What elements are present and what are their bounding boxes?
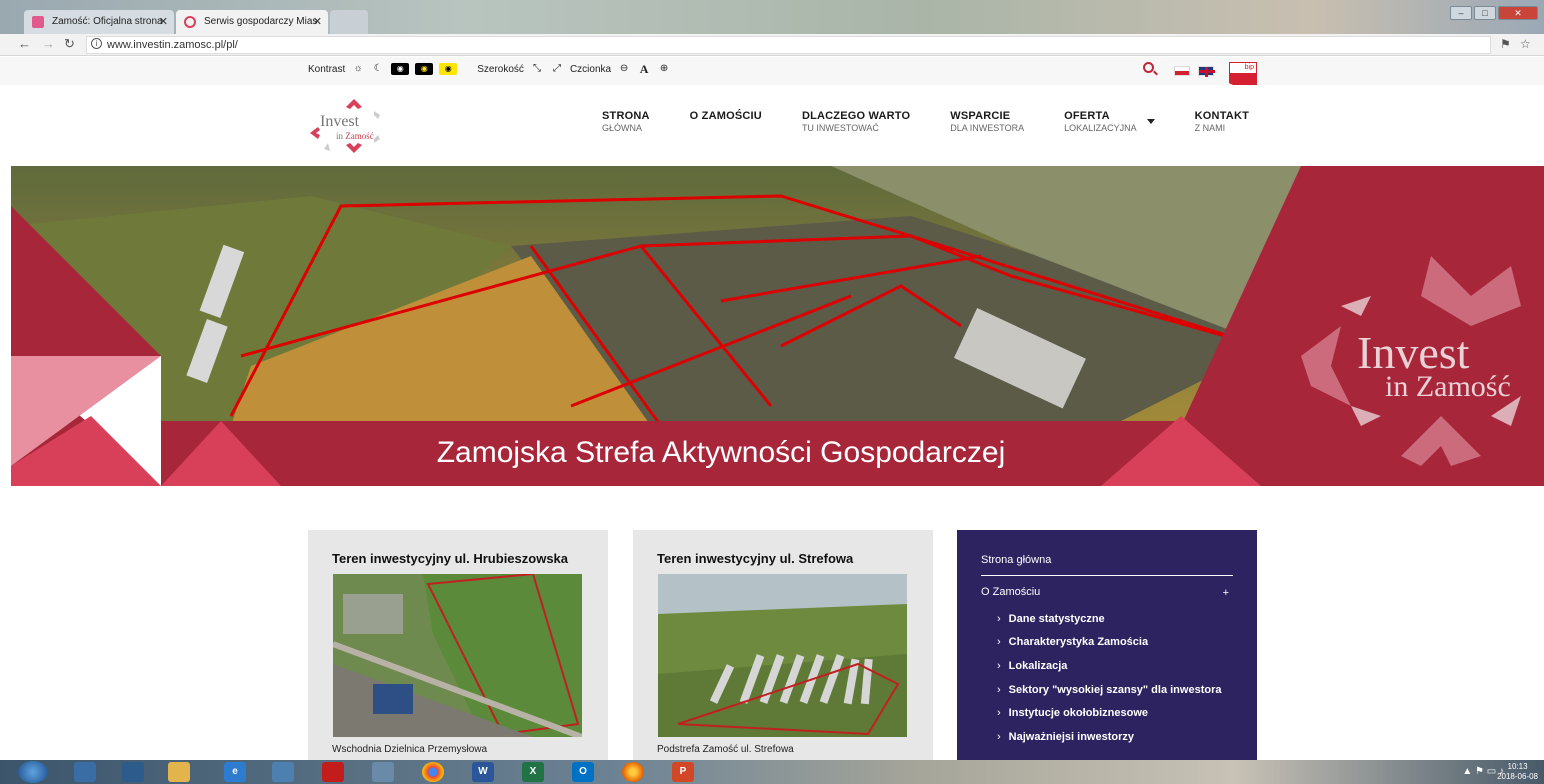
hero-banner: Zamojska Strefa Aktywności Gospodarczej … bbox=[11, 166, 1544, 486]
browser-tab-bar: Zamość: Oficjalna strona ✕ Serwis gospod… bbox=[0, 0, 1544, 34]
firefox-icon[interactable] bbox=[622, 762, 644, 782]
minimize-icon[interactable]: – bbox=[1450, 6, 1472, 20]
contrast-label: Kontrast bbox=[308, 63, 346, 75]
url-text: www.investin.zamosc.pl/pl/ bbox=[107, 39, 238, 51]
submenu-item-charakterystyka[interactable]: Charakterystyka Zamościa bbox=[997, 636, 1148, 648]
nav-oferta[interactable]: OFERTA LOKALIZACYJNA bbox=[1064, 110, 1155, 133]
expand-width-icon[interactable]: ⤢ bbox=[550, 63, 564, 75]
info-icon[interactable]: i bbox=[91, 38, 102, 49]
tab-label: Zamość: Oficjalna strona bbox=[52, 16, 163, 27]
submenu-item-lokalizacja[interactable]: Lokalizacja bbox=[997, 660, 1068, 672]
hero-logo-line2: in Zamość bbox=[1385, 370, 1511, 403]
word-icon[interactable]: W bbox=[472, 762, 494, 782]
new-tab-button[interactable] bbox=[330, 10, 368, 34]
invest-favicon-icon bbox=[184, 16, 196, 28]
card-title[interactable]: Teren inwestycyjny ul. Strefowa bbox=[657, 551, 853, 566]
card-caption: Podstrefa Zamość ul. Strefowa bbox=[657, 744, 794, 755]
polish-flag-icon[interactable] bbox=[1174, 66, 1190, 76]
submenu-item-dane-statystyczne[interactable]: Dane statystyczne bbox=[997, 613, 1105, 625]
font-default-button[interactable]: A bbox=[637, 63, 651, 75]
bip-logo-link[interactable]: bip bbox=[1229, 62, 1257, 87]
close-tab-icon[interactable]: ✕ bbox=[313, 10, 322, 34]
hero-title: Zamojska Strefa Aktywności Gospodarczej bbox=[436, 436, 1006, 469]
zamosc-favicon-icon bbox=[32, 16, 44, 28]
search-icon[interactable] bbox=[1143, 62, 1154, 73]
accessibility-toolbar: Kontrast ☼ ☾ ◉ ◉ ◉ Szerokość ⤡ ⤢ Czcionk… bbox=[0, 57, 1544, 85]
aerial-photo-hrubieszowska[interactable] bbox=[333, 574, 582, 737]
chrome-icon[interactable] bbox=[422, 762, 444, 782]
forward-arrow-icon[interactable]: → bbox=[42, 36, 55, 51]
outlook-icon[interactable]: O bbox=[572, 762, 594, 782]
eye-contrast-yellow-black-icon[interactable]: ◉ bbox=[439, 63, 458, 75]
font-increase-icon[interactable]: ⊕ bbox=[657, 63, 671, 75]
bookmark-star-icon[interactable]: ☆ bbox=[1520, 37, 1531, 51]
network-icon[interactable] bbox=[122, 762, 144, 782]
submenu-item-sektory[interactable]: Sektory "wysokiej szansy" dla inwestora bbox=[997, 684, 1222, 696]
taskbar-clock[interactable]: 10:13 2018-06-08 bbox=[1497, 762, 1538, 782]
bip-label: bip bbox=[1229, 62, 1257, 74]
media-player-icon[interactable] bbox=[272, 762, 294, 782]
width-label: Szerokość bbox=[477, 63, 524, 75]
eye-contrast-black-yellow-icon[interactable]: ◉ bbox=[415, 63, 434, 75]
calculator-icon[interactable] bbox=[74, 762, 96, 782]
investment-card-strefowa[interactable]: Teren inwestycyjny ul. Strefowa Podstref… bbox=[633, 530, 933, 760]
menu-item-home[interactable]: Strona główna bbox=[981, 554, 1051, 566]
submenu-item-instytucje[interactable]: Instytucje okołobiznesowe bbox=[997, 707, 1148, 719]
address-bar: ← → ↻ i www.investin.zamosc.pl/pl/ ⚑ ☆ bbox=[0, 34, 1544, 56]
window-controls: – □ ✕ bbox=[1450, 6, 1538, 20]
investment-card-hrubieszowska[interactable]: Teren inwestycyjny ul. Hrubieszowska Wsc… bbox=[308, 530, 608, 760]
tab-label: Serwis gospodarczy Mias bbox=[204, 16, 318, 27]
maximize-icon[interactable]: □ bbox=[1474, 6, 1496, 20]
acrobat-icon[interactable] bbox=[322, 762, 344, 782]
menu-divider bbox=[981, 575, 1233, 576]
side-menu: Strona główna O Zamościu + Dane statysty… bbox=[957, 530, 1257, 760]
site-header: Invest in Zamość STRONA GŁÓWNA O ZAMOŚCIU… bbox=[0, 85, 1544, 165]
browser-tab-invest[interactable]: Serwis gospodarczy Mias ✕ bbox=[176, 10, 328, 34]
expand-plus-icon[interactable]: + bbox=[1223, 587, 1229, 599]
moon-icon[interactable]: ☾ bbox=[371, 63, 385, 75]
file-explorer-icon[interactable] bbox=[168, 762, 190, 782]
nav-strona-glowna[interactable]: STRONA GŁÓWNA bbox=[602, 110, 650, 133]
reload-icon[interactable]: ↻ bbox=[64, 36, 75, 52]
font-decrease-icon[interactable]: ⊖ bbox=[617, 63, 631, 75]
clock-date: 2018-06-08 bbox=[1497, 772, 1538, 781]
logo-text-invest: Invest bbox=[320, 113, 360, 130]
back-arrow-icon[interactable]: ← bbox=[18, 36, 31, 51]
card-title[interactable]: Teren inwestycyjny ul. Hrubieszowska bbox=[332, 551, 568, 566]
nav-kontakt[interactable]: KONTAKT Z NAMI bbox=[1195, 110, 1249, 133]
card-caption: Wschodnia Dzielnica Przemysłowa bbox=[332, 744, 488, 755]
english-flag-icon[interactable] bbox=[1198, 66, 1215, 77]
messenger-icon[interactable] bbox=[372, 762, 394, 782]
collapse-width-icon[interactable]: ⤡ bbox=[530, 63, 544, 75]
invest-in-zamosc-logo[interactable]: Invest in Zamość bbox=[306, 97, 396, 157]
clock-time: 10:13 bbox=[1507, 762, 1528, 771]
powerpoint-icon[interactable]: P bbox=[672, 762, 694, 782]
windows-taskbar: e W X O P ▲ ⚑ ▭ ♪ 10:13 2018-06-08 bbox=[0, 760, 1544, 784]
nav-o-zamosciu[interactable]: O ZAMOŚCIU bbox=[690, 110, 762, 133]
windows-start-icon[interactable] bbox=[18, 761, 48, 783]
browser-tab-zamosc[interactable]: Zamość: Oficjalna strona ✕ bbox=[24, 10, 174, 34]
submenu-item-inwestorzy[interactable]: Najważniejsi inwestorzy bbox=[997, 731, 1134, 743]
internet-explorer-icon[interactable]: e bbox=[224, 762, 246, 782]
logo-text-city: in Zamość bbox=[336, 131, 374, 141]
close-window-icon[interactable]: ✕ bbox=[1498, 6, 1538, 20]
url-input[interactable]: i www.investin.zamosc.pl/pl/ bbox=[86, 36, 1491, 54]
nav-wsparcie[interactable]: WSPARCIE DLA INWESTORA bbox=[950, 110, 1024, 133]
eye-contrast-black-white-icon[interactable]: ◉ bbox=[391, 63, 410, 75]
menu-item-o-zamosciu[interactable]: O Zamościu bbox=[981, 586, 1040, 598]
chevron-down-icon[interactable] bbox=[1146, 119, 1155, 124]
nav-dlaczego-warto[interactable]: DLACZEGO WARTO TU INWESTOWAĆ bbox=[802, 110, 910, 133]
font-label: Czcionka bbox=[569, 63, 612, 75]
translate-icon[interactable]: ⚑ bbox=[1500, 37, 1511, 51]
close-tab-icon[interactable]: ✕ bbox=[159, 10, 168, 34]
sun-icon[interactable]: ☼ bbox=[351, 63, 365, 75]
excel-icon[interactable]: X bbox=[522, 762, 544, 782]
main-navigation: STRONA GŁÓWNA O ZAMOŚCIU DLACZEGO WARTO TU… bbox=[602, 110, 1289, 133]
aerial-photo-strefowa[interactable] bbox=[658, 574, 907, 737]
